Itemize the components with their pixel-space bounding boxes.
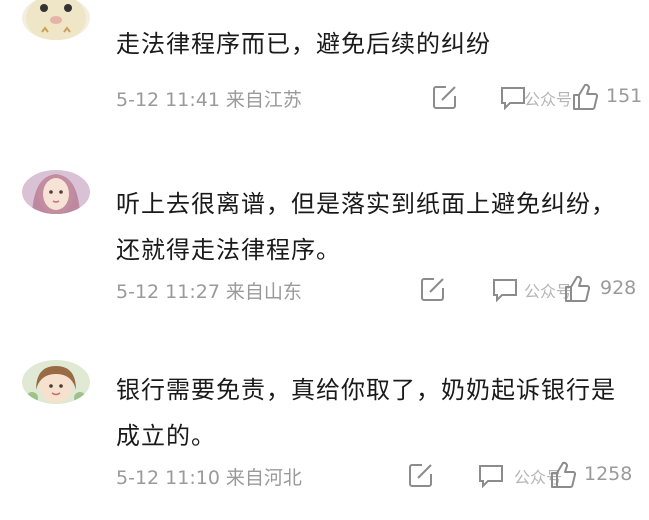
comment-location: 来自山东 (225, 281, 302, 303)
avatar[interactable] (22, 170, 90, 214)
thumbs-up-icon[interactable] (570, 82, 600, 112)
comment-date: 5-12 11:41 (116, 89, 220, 111)
comment-item: 走法律程序而已，避免后续的纠纷 5-12 11:41 来自江苏 公众号 151 (0, 0, 649, 130)
comment-location: 来自江苏 (225, 89, 302, 111)
thumbs-up-icon[interactable] (562, 274, 592, 304)
comment-date: 5-12 11:10 (116, 467, 220, 489)
edit-share-icon[interactable] (406, 460, 436, 490)
like-count: 928 (600, 277, 637, 299)
comment-location: 来自河北 (225, 467, 302, 489)
comment-meta: 5-12 11:41 来自江苏 公众号 151 (116, 80, 642, 114)
watermark-text: 公众号 (524, 90, 573, 109)
avatar[interactable] (22, 360, 90, 404)
comment-text: 听上去很离谱，但是落实到纸面上避免纠纷，还就得走法律程序。 (116, 190, 616, 264)
thumbs-up-icon[interactable] (548, 460, 578, 490)
comment-meta: 5-12 11:10 来自河北 公众号 1258 (116, 458, 636, 492)
comment-text: 银行需要免责，真给你取了，奶奶起诉银行是成立的。 (116, 376, 616, 450)
edit-share-icon[interactable] (430, 82, 460, 112)
edit-share-icon[interactable] (418, 274, 448, 304)
avatar[interactable] (22, 0, 90, 40)
comment-icon[interactable] (476, 460, 506, 490)
comment-item: 银行需要免责，真给你取了，奶奶起诉银行是成立的。 5-12 11:10 来自河北 … (0, 350, 649, 520)
comment-text: 走法律程序而已，避免后续的纠纷 (116, 30, 491, 58)
comment-icon[interactable] (490, 274, 520, 304)
like-count: 1258 (584, 463, 633, 485)
comment-date: 5-12 11:27 (116, 281, 220, 303)
comment-meta: 5-12 11:27 来自山东 公众号 928 (116, 272, 636, 306)
comment-item: 听上去很离谱，但是落实到纸面上避免纠纷，还就得走法律程序。 5-12 11:27… (0, 160, 649, 320)
like-count: 151 (606, 85, 643, 107)
